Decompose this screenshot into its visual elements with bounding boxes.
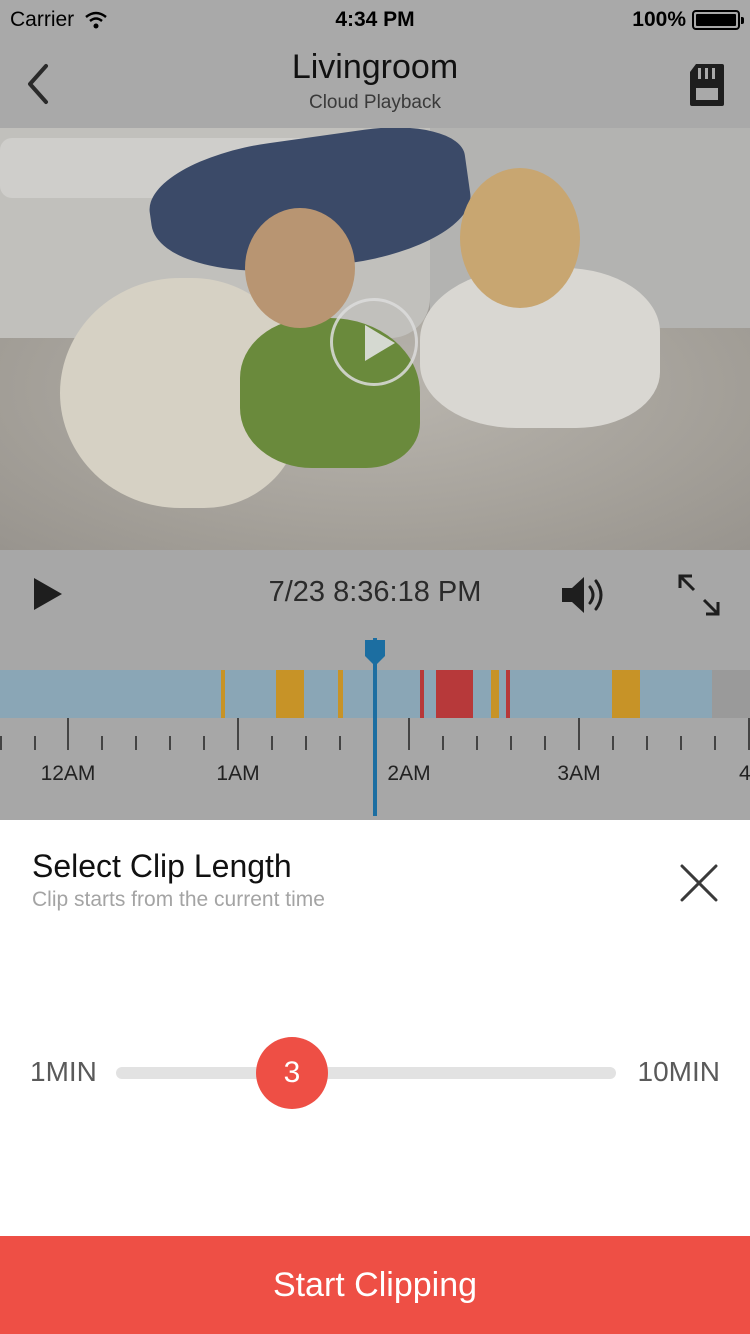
status-bar: Carrier 4:34 PM 100% [0,0,750,40]
timeline-hour-label: 12AM [40,762,96,785]
timeline-hour-label: 4A [739,762,750,785]
playback-timestamp: 7/23 8:36:18 PM [268,576,482,608]
event-marker-motion[interactable] [221,670,225,718]
timeline-hour-label: 3AM [557,762,601,785]
event-marker-motion[interactable] [338,670,343,718]
event-marker-alert[interactable] [506,670,510,718]
page-subtitle: Cloud Playback [308,92,442,113]
event-marker-alert[interactable] [436,670,473,718]
slider-max-label: 10MIN [637,1056,720,1087]
playback-controls: 7/23 8:36:18 PM [0,550,750,638]
timeline-hour-label: 2AM [387,762,431,785]
sheet-title: Select Clip Length [32,848,292,884]
event-marker-motion[interactable] [612,670,640,718]
video-play-overlay-icon[interactable] [330,298,418,386]
clip-length-slider-track[interactable] [116,1067,616,1079]
clip-length-slider-thumb[interactable]: 3 [256,1037,328,1109]
video-frame[interactable] [0,128,750,550]
event-marker-motion[interactable] [491,670,499,718]
event-marker-motion[interactable] [276,670,304,718]
slider-min-label: 1MIN [30,1056,97,1087]
playhead-handle-icon[interactable] [363,638,387,668]
timeline-hour-label: 1AM [216,762,260,785]
close-icon[interactable] [674,858,724,908]
start-clipping-button[interactable]: Start Clipping [0,1236,750,1334]
timeline[interactable]: 12AM 1AM 2AM 3AM 4A [0,638,750,820]
fullscreen-icon[interactable] [676,572,722,618]
battery-icon [692,10,744,30]
page-title: Livingroom [291,48,459,86]
sheet-subtitle: Clip starts from the current time [32,888,325,911]
player-area: Carrier 4:34 PM 100% Livingroom Cloud Pl… [0,0,750,820]
event-marker-alert[interactable] [420,670,424,718]
battery-label: 100% [632,8,686,31]
battery-info: 100% [632,8,744,32]
event-marker-offline [712,670,750,718]
sd-card-icon[interactable] [688,62,726,108]
volume-icon[interactable] [560,574,610,616]
nav-bar: Livingroom Cloud Playback [0,40,750,128]
clip-length-sheet: Select Clip Length Clip starts from the … [0,820,750,1234]
video-figure-woman-head [460,168,580,308]
video-figure-boy-head [245,208,355,328]
